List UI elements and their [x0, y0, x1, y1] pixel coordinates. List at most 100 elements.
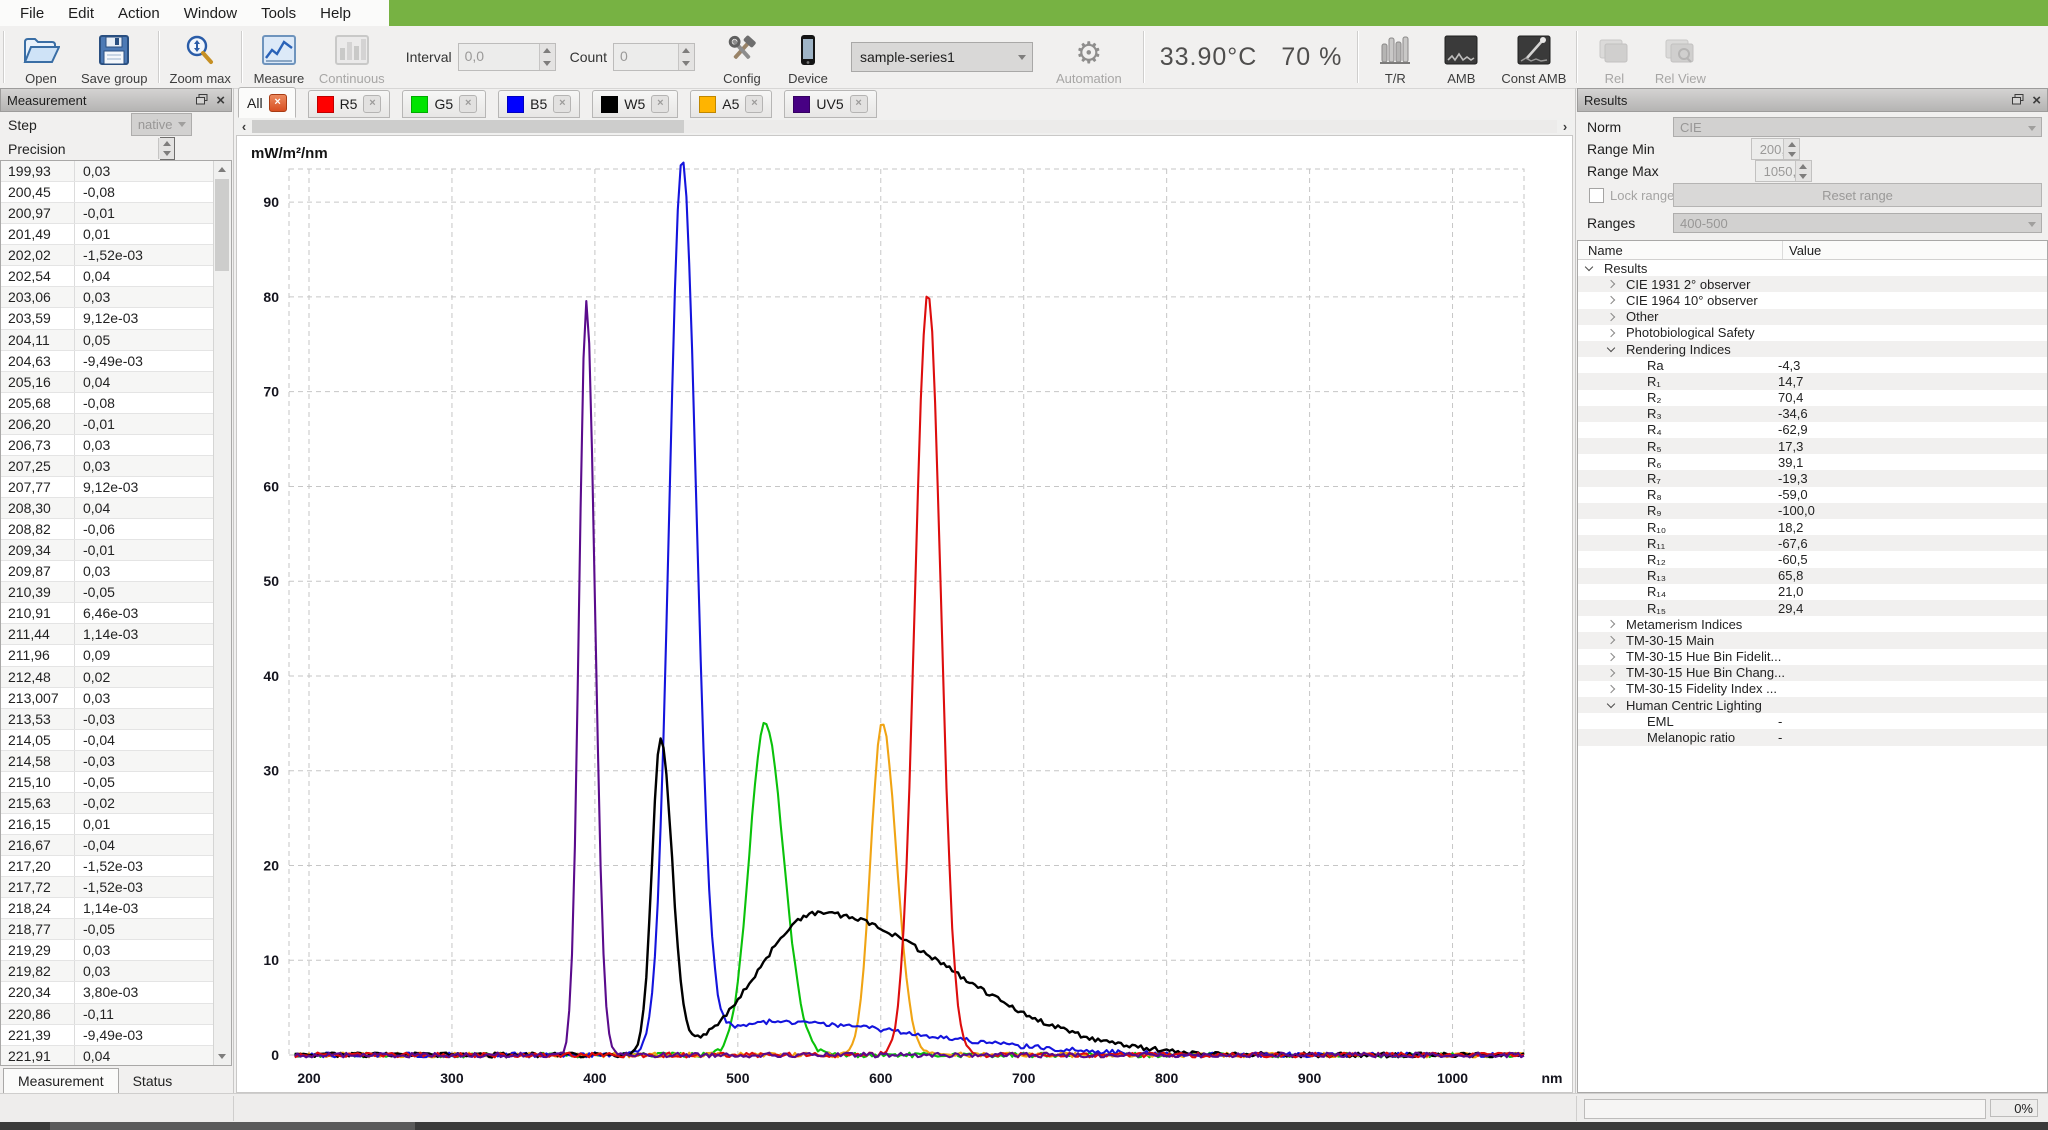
menu-item-tools[interactable]: Tools	[249, 5, 308, 22]
close-tab-icon[interactable]: ×	[850, 95, 868, 113]
range-min-up-arrow[interactable]	[1783, 139, 1799, 149]
tree-row[interactable]: R₅17,3	[1578, 438, 2047, 454]
tree-row[interactable]: R₈-59,0	[1578, 487, 2047, 503]
tree-row[interactable]: Metamerism Indices	[1578, 616, 2047, 632]
scroll-up-arrow[interactable]	[214, 161, 230, 178]
tree-row[interactable]: CIE 1931 2° observer	[1578, 276, 2047, 292]
scrollbar-thumb[interactable]	[252, 120, 684, 133]
measurement-row[interactable]: 212,480,02	[1, 667, 231, 688]
tree-row[interactable]: R₂70,4	[1578, 390, 2047, 406]
range-max-down-arrow[interactable]	[1795, 171, 1811, 181]
measurement-row[interactable]: 221,910,04	[1, 1046, 231, 1066]
interval-spinbox[interactable]: 0,0	[458, 43, 556, 71]
collapse-chevron-icon[interactable]	[1607, 700, 1615, 708]
close-tab-icon[interactable]: ×	[459, 95, 477, 113]
measurement-row[interactable]: 217,72-1,52e-03	[1, 877, 231, 898]
expand-chevron-icon[interactable]	[1607, 652, 1615, 660]
step-combobox[interactable]: native	[131, 113, 192, 136]
expand-chevron-icon[interactable]	[1607, 636, 1615, 644]
expand-chevron-icon[interactable]	[1607, 620, 1615, 628]
series-tab-r5[interactable]: R5×	[308, 90, 391, 118]
tr-button[interactable]: T/R	[1362, 26, 1428, 88]
tree-row[interactable]: Other	[1578, 309, 2047, 325]
precision-spin-buttons[interactable]	[158, 138, 174, 159]
rel-button[interactable]: Rel	[1581, 26, 1647, 88]
interval-up-arrow[interactable]	[539, 44, 555, 57]
float-panel-icon[interactable]	[196, 94, 208, 107]
continuous-button[interactable]: Continuous	[312, 26, 392, 88]
measurement-row[interactable]: 205,160,04	[1, 372, 231, 393]
range-max-spinbox[interactable]: 1050,00	[1755, 160, 1812, 182]
const-amb-button[interactable]: Const AMB	[1494, 26, 1573, 88]
measurement-row[interactable]: 211,960,09	[1, 645, 231, 666]
measurement-table-scrollbar[interactable]	[213, 161, 231, 1065]
chart-horizontal-scrollbar[interactable]: ‹ ›	[236, 118, 1573, 135]
panel-splitter[interactable]	[1575, 88, 1576, 1093]
range-max-spin-buttons[interactable]	[1795, 161, 1811, 181]
interval-spin-buttons[interactable]	[539, 44, 555, 70]
measurement-row[interactable]: 218,77-0,05	[1, 919, 231, 940]
precision-spinbox[interactable]: 2	[160, 137, 176, 160]
measurement-row[interactable]: 221,39-9,49e-03	[1, 1025, 231, 1046]
tab-measurement[interactable]: Measurement	[3, 1068, 119, 1093]
precision-up-arrow[interactable]	[158, 138, 174, 149]
measurement-row[interactable]: 202,540,04	[1, 266, 231, 287]
menu-item-help[interactable]: Help	[308, 5, 363, 22]
reset-range-button[interactable]: Reset range	[1673, 183, 2042, 207]
tree-row[interactable]: R₆39,1	[1578, 454, 2047, 470]
tree-row[interactable]: TM-30-15 Hue Bin Chang...	[1578, 665, 2047, 681]
expand-chevron-icon[interactable]	[1607, 280, 1615, 288]
measurement-row[interactable]: 201,490,01	[1, 224, 231, 245]
range-max-up-arrow[interactable]	[1795, 161, 1811, 171]
scrollbar-track[interactable]	[684, 120, 1557, 133]
tree-row[interactable]: TM-30-15 Hue Bin Fidelit...	[1578, 649, 2047, 665]
tree-row[interactable]: R₁₁-67,6	[1578, 535, 2047, 551]
scroll-down-arrow[interactable]	[214, 1048, 230, 1065]
menu-item-window[interactable]: Window	[172, 5, 249, 22]
measurement-row[interactable]: 207,250,03	[1, 456, 231, 477]
measurement-row[interactable]: 203,599,12e-03	[1, 308, 231, 329]
interval-down-arrow[interactable]	[539, 57, 555, 70]
lock-range-checkbox[interactable]	[1589, 188, 1604, 203]
automation-button[interactable]: ⚙ Automation	[1049, 26, 1129, 88]
tree-row[interactable]: R₁₅29,4	[1578, 600, 2047, 616]
menu-item-file[interactable]: File	[8, 5, 56, 22]
measurement-row[interactable]: 218,241,14e-03	[1, 898, 231, 919]
series-select-combobox[interactable]: sample-series1	[851, 42, 1033, 72]
measurement-row[interactable]: 215,63-0,02	[1, 793, 231, 814]
measurement-row[interactable]: 208,82-0,06	[1, 519, 231, 540]
collapse-chevron-icon[interactable]	[1607, 344, 1615, 352]
measurement-row[interactable]: 213,0070,03	[1, 688, 231, 709]
range-min-down-arrow[interactable]	[1783, 149, 1799, 159]
series-tab-a5[interactable]: A5×	[690, 90, 772, 118]
tree-row[interactable]: R₁14,7	[1578, 373, 2047, 389]
measurement-row[interactable]: 200,45-0,08	[1, 182, 231, 203]
tree-row[interactable]: Human Centric Lighting	[1578, 697, 2047, 713]
scroll-right-arrow[interactable]: ›	[1557, 119, 1573, 134]
panel-splitter[interactable]	[233, 88, 234, 1093]
measurement-row[interactable]: 205,68-0,08	[1, 393, 231, 414]
rel-view-button[interactable]: Rel View	[1647, 26, 1713, 88]
close-tab-icon[interactable]: ×	[651, 95, 669, 113]
measurement-row[interactable]: 215,10-0,05	[1, 772, 231, 793]
float-panel-icon[interactable]	[2012, 94, 2024, 107]
measurement-row[interactable]: 216,150,01	[1, 814, 231, 835]
measurement-row[interactable]: 200,97-0,01	[1, 203, 231, 224]
scrollbar-thumb[interactable]	[215, 179, 229, 271]
close-tab-icon[interactable]: ×	[553, 95, 571, 113]
amb-button[interactable]: AMB	[1428, 26, 1494, 88]
norm-combobox[interactable]: CIE	[1673, 117, 2042, 137]
measurement-row[interactable]: 210,39-0,05	[1, 582, 231, 603]
measurement-row[interactable]: 202,02-1,52e-03	[1, 245, 231, 266]
tree-row[interactable]: R₁₂-60,5	[1578, 551, 2047, 567]
precision-down-arrow[interactable]	[158, 149, 174, 160]
expand-chevron-icon[interactable]	[1607, 312, 1615, 320]
tree-row[interactable]: R₄-62,9	[1578, 422, 2047, 438]
range-min-spinbox[interactable]: 200,00	[1751, 138, 1801, 160]
tree-row[interactable]: R₇-19,3	[1578, 470, 2047, 486]
measurement-row[interactable]: 206,20-0,01	[1, 414, 231, 435]
measurement-row[interactable]: 209,870,03	[1, 561, 231, 582]
tree-row[interactable]: EML-	[1578, 713, 2047, 729]
tree-row[interactable]: CIE 1964 10° observer	[1578, 292, 2047, 308]
config-button[interactable]: Config	[709, 26, 775, 88]
